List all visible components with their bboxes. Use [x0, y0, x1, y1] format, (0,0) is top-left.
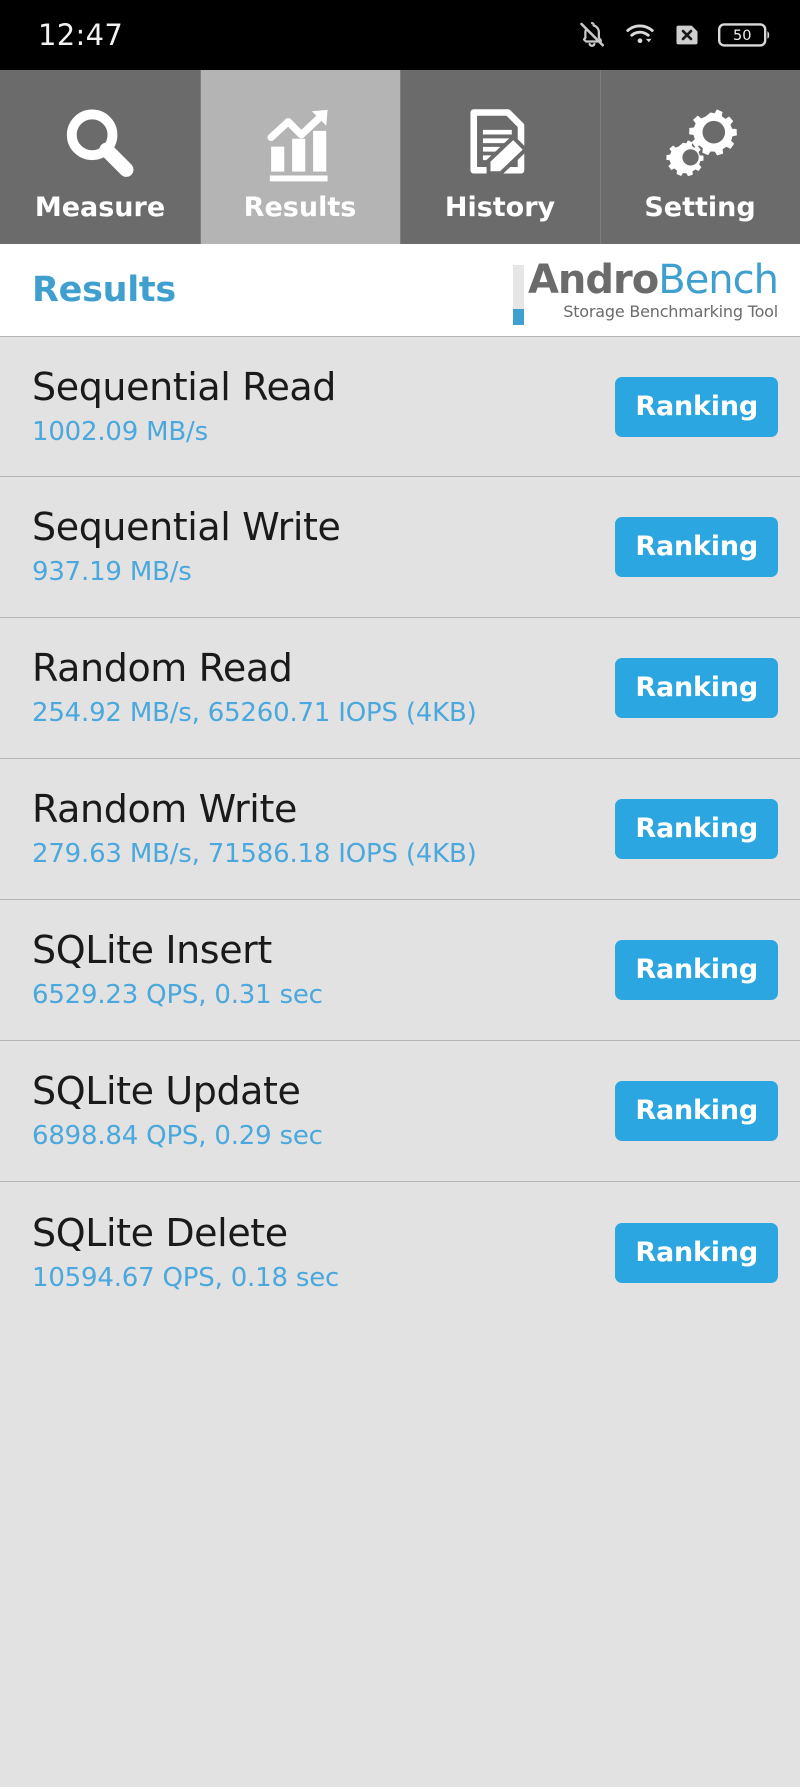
- battery-level-text: 50: [733, 28, 751, 44]
- ranking-button[interactable]: Ranking: [615, 517, 778, 577]
- result-text-group: Sequential Read 1002.09 MB/s: [32, 364, 336, 450]
- table-row[interactable]: Random Write 279.63 MB/s, 71586.18 IOPS …: [0, 759, 800, 900]
- result-name: Sequential Write: [32, 505, 341, 549]
- result-value: 279.63 MB/s, 71586.18 IOPS (4KB): [32, 839, 477, 869]
- document-pencil-icon: [458, 102, 542, 186]
- table-row[interactable]: SQLite Update 6898.84 QPS, 0.29 sec Rank…: [0, 1041, 800, 1182]
- result-value: 10594.67 QPS, 0.18 sec: [32, 1262, 340, 1293]
- ranking-button[interactable]: Ranking: [615, 940, 778, 1000]
- bar-chart-trend-icon: [258, 102, 342, 186]
- tab-setting[interactable]: Setting: [600, 70, 800, 244]
- status-icon-group: 50: [577, 20, 772, 50]
- tab-measure-label: Measure: [34, 191, 166, 223]
- result-value: 254.92 MB/s, 65260.71 IOPS (4KB): [32, 698, 477, 728]
- wifi-icon: [624, 20, 656, 50]
- tab-results-label: Results: [243, 191, 357, 223]
- logo-text: AndroBench Storage Benchmarking Tool: [527, 257, 779, 321]
- result-value: 937.19 MB/s: [32, 557, 192, 587]
- result-text-group: SQLite Update 6898.84 QPS, 0.29 sec: [32, 1068, 323, 1154]
- result-name: Random Read: [32, 646, 293, 690]
- ranking-button[interactable]: Ranking: [615, 1222, 778, 1283]
- table-row[interactable]: SQLite Delete 10594.67 QPS, 0.18 sec Ran…: [0, 1182, 800, 1323]
- page-header: Results AndroBench Storage Benchmarking …: [0, 244, 800, 336]
- ranking-button[interactable]: Ranking: [615, 658, 778, 718]
- result-name: Random Write: [32, 787, 297, 831]
- gears-icon: [658, 102, 742, 186]
- logo-tagline: Storage Benchmarking Tool: [563, 302, 778, 321]
- result-text-group: SQLite Insert 6529.23 QPS, 0.31 sec: [32, 927, 323, 1013]
- logo-word-bench: Bench: [658, 257, 779, 303]
- result-name: SQLite Update: [32, 1069, 301, 1113]
- logo-wordmark: AndroBench: [527, 257, 779, 303]
- table-row[interactable]: Sequential Read 1002.09 MB/s Ranking: [0, 336, 800, 477]
- tab-measure[interactable]: Measure: [0, 70, 200, 244]
- battery-icon: 50: [718, 21, 772, 49]
- page-title: Results: [32, 270, 176, 310]
- ranking-button[interactable]: Ranking: [615, 1081, 778, 1141]
- sim-error-icon: [673, 21, 701, 49]
- result-text-group: Sequential Write 937.19 MB/s: [32, 504, 341, 590]
- tab-setting-label: Setting: [644, 191, 756, 223]
- logo-bar-mark: [512, 265, 524, 325]
- main-tab-bar: Measure Results History Setting: [0, 70, 800, 244]
- result-value: 6898.84 QPS, 0.29 sec: [32, 1121, 323, 1151]
- result-text-group: SQLite Delete 10594.67 QPS, 0.18 sec: [32, 1210, 339, 1296]
- result-text-group: Random Write 279.63 MB/s, 71586.18 IOPS …: [32, 786, 477, 872]
- result-text-group: Random Read 254.92 MB/s, 65260.71 IOPS (…: [32, 645, 477, 731]
- table-row[interactable]: SQLite Insert 6529.23 QPS, 0.31 sec Rank…: [0, 900, 800, 1041]
- table-row[interactable]: Sequential Write 937.19 MB/s Ranking: [0, 477, 800, 618]
- status-clock: 12:47: [38, 18, 124, 52]
- ranking-button[interactable]: Ranking: [615, 799, 778, 859]
- ranking-button[interactable]: Ranking: [615, 376, 778, 437]
- result-value: 1002.09 MB/s: [32, 416, 208, 447]
- androbench-logo: AndroBench Storage Benchmarking Tool: [512, 257, 779, 325]
- result-name: SQLite Insert: [32, 928, 272, 972]
- result-name: SQLite Delete: [32, 1210, 288, 1255]
- magnifier-icon: [58, 102, 142, 186]
- table-row[interactable]: Random Read 254.92 MB/s, 65260.71 IOPS (…: [0, 618, 800, 759]
- app-window: 12:47 50 Measure Results History Setting…: [0, 0, 800, 1787]
- tab-history-label: History: [444, 191, 556, 223]
- notifications-off-icon: [577, 20, 607, 50]
- status-bar: 12:47 50: [0, 0, 800, 70]
- tab-history[interactable]: History: [400, 70, 600, 244]
- result-name: Sequential Read: [32, 364, 337, 409]
- tab-results[interactable]: Results: [200, 70, 400, 244]
- logo-word-andro: Andro: [527, 257, 659, 303]
- results-list: Sequential Read 1002.09 MB/s Ranking Seq…: [0, 336, 800, 1787]
- result-value: 6529.23 QPS, 0.31 sec: [32, 980, 323, 1010]
